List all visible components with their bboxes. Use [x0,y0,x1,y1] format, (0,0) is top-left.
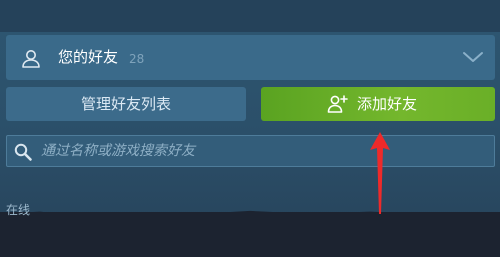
annotation-arrow-icon [370,132,390,214]
search-box[interactable] [6,135,495,167]
chevron-down-icon[interactable] [462,49,484,65]
friends-title: 您的好友 [58,48,119,66]
online-section-label: 在线 [6,203,31,217]
background-bottom [0,212,500,257]
search-input[interactable] [41,136,481,166]
add-friend-label: 添加好友 [357,95,418,113]
background-top [0,0,500,32]
add-user-icon [327,95,348,113]
manage-friends-button[interactable]: 管理好友列表 [6,87,246,121]
add-friend-button[interactable]: 添加好友 [261,87,495,121]
friends-count: 28 [129,52,145,66]
friends-header[interactable]: 您的好友 28 [6,35,495,80]
user-icon [22,50,40,68]
search-icon [14,143,32,161]
